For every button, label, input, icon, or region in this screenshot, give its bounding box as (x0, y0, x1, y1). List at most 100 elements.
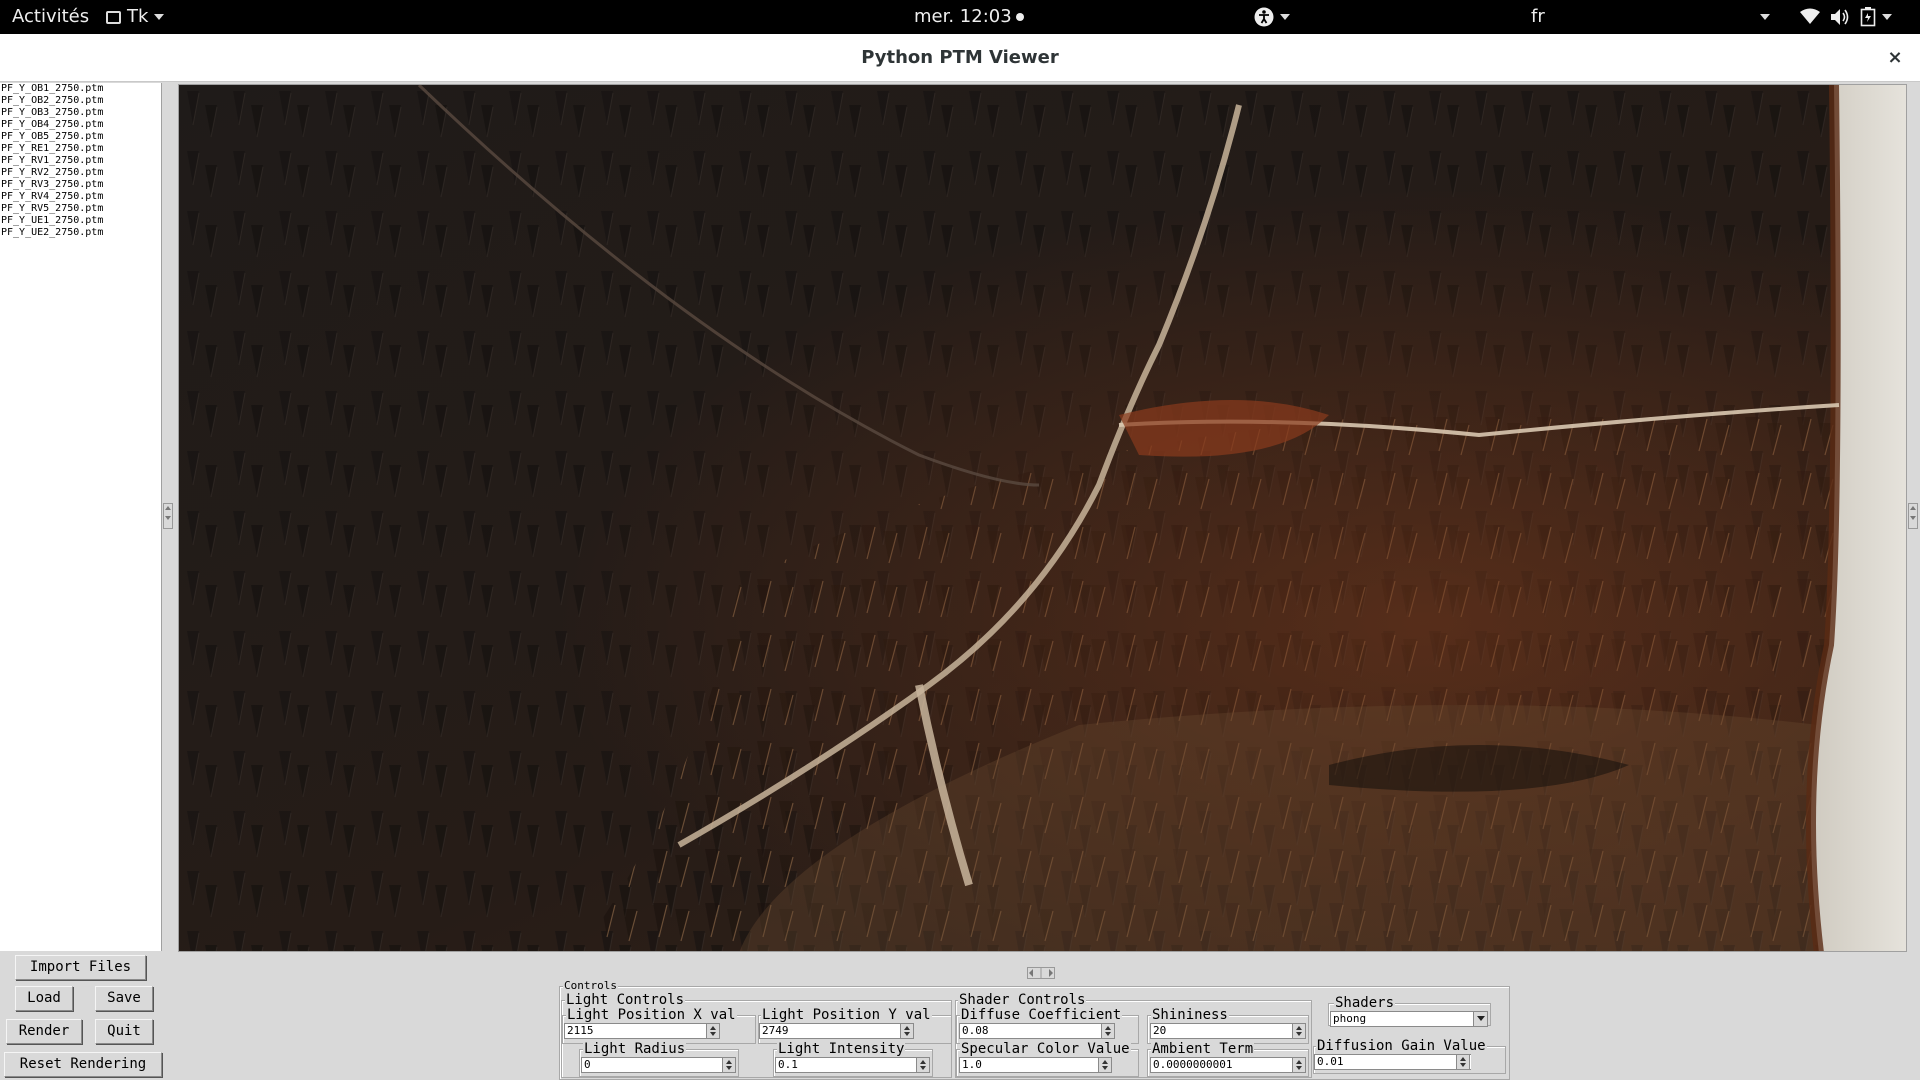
diffusion-gain-input[interactable]: 0.01 (1314, 1054, 1471, 1070)
spin-up-icon (726, 1060, 732, 1064)
file-list-item[interactable]: PF_Y_UE1_2750.ptm (0, 215, 161, 227)
diffuse-coefficient-label: Diffuse Coefficient (960, 1007, 1123, 1023)
chevron-down-icon (1280, 14, 1290, 20)
clock-label: mer. 12:03 (914, 6, 1012, 27)
spin-up-icon (1460, 1057, 1466, 1061)
light-controls-title: Light Controls (565, 992, 686, 1008)
wifi-icon (1800, 8, 1820, 24)
file-list-item[interactable]: PF_Y_RV3_2750.ptm (0, 179, 161, 191)
chevron-down-icon (1476, 1016, 1485, 1021)
file-list-item[interactable]: PF_Y_RV4_2750.ptm (0, 191, 161, 203)
file-listbox[interactable]: PF_Y_OB1_2750.ptm PF_Y_OB2_2750.ptm PF_Y_O… (0, 83, 162, 951)
file-list-item[interactable]: PF_Y_RV5_2750.ptm (0, 203, 161, 215)
ptm-render-canvas[interactable] (178, 84, 1907, 952)
diffusion-gain-stepper[interactable] (1456, 1054, 1470, 1070)
activities-button[interactable]: Activités (12, 0, 89, 34)
light-position-x-input[interactable]: 2115 (564, 1023, 719, 1039)
light-intensity-stepper[interactable] (916, 1057, 930, 1073)
light-radius-input[interactable]: 0 (581, 1057, 729, 1073)
close-window-button[interactable]: × (1880, 43, 1910, 73)
spin-up-icon (710, 1026, 716, 1030)
light-radius-stepper[interactable] (722, 1057, 736, 1073)
sash-up-icon (1910, 506, 1916, 510)
render-button[interactable]: Render (6, 1019, 82, 1044)
system-status-area[interactable] (1800, 0, 1892, 34)
battery-icon (1860, 7, 1876, 27)
light-position-x-stepper[interactable] (706, 1023, 720, 1039)
spin-down-icon (1105, 1032, 1111, 1036)
file-list-item[interactable]: PF_Y_RE1_2750.ptm (0, 143, 161, 155)
spin-up-icon (1296, 1060, 1302, 1064)
right-pane-sash[interactable] (1908, 503, 1918, 529)
dropdown-arrow[interactable] (1473, 1012, 1487, 1026)
shininess-stepper[interactable] (1292, 1023, 1306, 1039)
diffusion-gain-label: Diffusion Gain Value (1316, 1038, 1487, 1054)
language-indicator[interactable]: fr (1531, 0, 1545, 34)
spin-down-icon (1296, 1066, 1302, 1070)
volume-icon (1831, 9, 1849, 25)
shininess-input[interactable]: 20 (1150, 1023, 1300, 1039)
spin-up-icon (904, 1026, 910, 1030)
spin-down-icon (710, 1032, 716, 1036)
diffuse-coefficient-input[interactable]: 0.08 (959, 1023, 1109, 1039)
accessibility-menu[interactable] (1254, 0, 1290, 34)
system-menu-chevron[interactable] (1754, 0, 1770, 34)
light-intensity-label: Light Intensity (777, 1041, 906, 1057)
chevron-down-icon (1882, 14, 1892, 20)
shaders-title: Shaders (1334, 995, 1396, 1011)
specular-color-stepper[interactable] (1098, 1057, 1112, 1073)
specular-color-label: Specular Color Value (960, 1041, 1131, 1057)
close-icon: × (1887, 47, 1903, 68)
spin-down-icon (1460, 1063, 1466, 1067)
file-list-item[interactable]: PF_Y_RV1_2750.ptm (0, 155, 161, 167)
ambient-term-stepper[interactable] (1292, 1057, 1306, 1073)
reset-rendering-button[interactable]: Reset Rendering (4, 1052, 162, 1077)
spin-down-icon (920, 1066, 926, 1070)
controls-pane-handle[interactable] (1027, 967, 1055, 979)
light-position-y-input[interactable]: 2749 (759, 1023, 911, 1039)
tk-app-icon (106, 10, 121, 24)
chevron-down-icon (154, 14, 165, 20)
notification-dot-icon (1015, 13, 1024, 21)
left-pane-sash[interactable] (163, 503, 173, 529)
sash-down-icon (165, 516, 171, 520)
app-menu[interactable]: Tk (106, 0, 165, 34)
shader-select[interactable]: phong (1330, 1011, 1488, 1027)
light-radius-label: Light Radius (583, 1041, 687, 1057)
spin-down-icon (904, 1032, 910, 1036)
system-menu-chevron-icon (1760, 14, 1770, 20)
file-list-item[interactable]: PF_Y_RV2_2750.ptm (0, 167, 161, 179)
shader-select-value: phong (1333, 1012, 1367, 1025)
light-position-x-label: Light Position X val (566, 1007, 737, 1023)
file-list-item[interactable]: PF_Y_UE2_2750.ptm (0, 227, 161, 239)
ambient-term-label: Ambient Term (1151, 1041, 1255, 1057)
load-button[interactable]: Load (15, 986, 73, 1011)
controls-title: Controls (563, 979, 618, 992)
pane-arrows-icon (1029, 968, 1053, 978)
app-menu-label: Tk (127, 6, 149, 27)
file-list-item[interactable]: PF_Y_OB5_2750.ptm (0, 131, 161, 143)
light-intensity-input[interactable]: 0.1 (775, 1057, 923, 1073)
sash-up-icon (165, 506, 171, 510)
tk-window-body: PF_Y_OB1_2750.ptm PF_Y_OB2_2750.ptm PF_Y_O… (0, 83, 1920, 1080)
specular-color-input[interactable]: 1.0 (959, 1057, 1105, 1073)
diffuse-coefficient-stepper[interactable] (1101, 1023, 1115, 1039)
light-position-y-label: Light Position Y val (761, 1007, 932, 1023)
sash-down-icon (1910, 516, 1916, 520)
spin-up-icon (1102, 1060, 1108, 1064)
quit-button[interactable]: Quit (95, 1019, 153, 1044)
top-bar: Activités Tk mer. 12:03 fr (0, 0, 1920, 34)
save-button[interactable]: Save (95, 986, 153, 1011)
window-titlebar[interactable]: Python PTM Viewer × (0, 34, 1920, 82)
clock[interactable]: mer. 12:03 (914, 0, 1024, 34)
spin-up-icon (1105, 1026, 1111, 1030)
spin-up-icon (1296, 1026, 1302, 1030)
file-list-item[interactable]: PF_Y_OB3_2750.ptm (0, 107, 161, 119)
file-list-item[interactable]: PF_Y_OB2_2750.ptm (0, 95, 161, 107)
import-files-button[interactable]: Import Files (15, 955, 146, 980)
spin-down-icon (726, 1066, 732, 1070)
file-list-item[interactable]: PF_Y_OB4_2750.ptm (0, 119, 161, 131)
ambient-term-input[interactable]: 0.0000000001 (1150, 1057, 1300, 1073)
file-list-item[interactable]: PF_Y_OB1_2750.ptm (0, 83, 161, 95)
light-position-y-stepper[interactable] (900, 1023, 914, 1039)
